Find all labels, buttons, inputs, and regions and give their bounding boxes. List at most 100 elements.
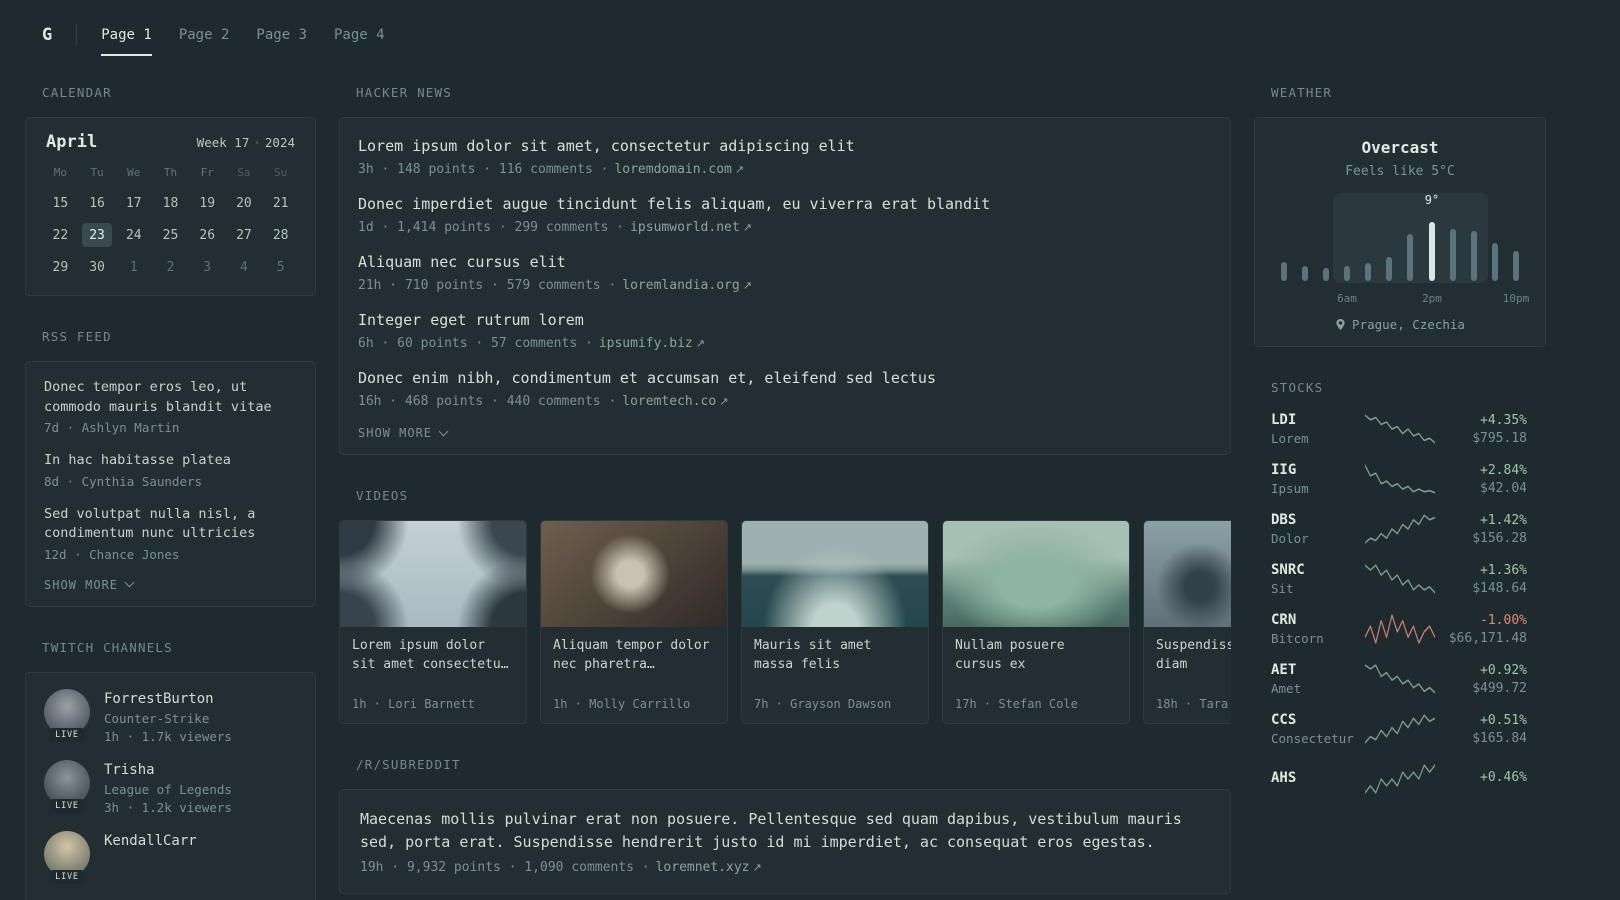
tab-page-1[interactable]: Page 1 xyxy=(101,27,152,56)
channel-name[interactable]: Trisha xyxy=(104,762,232,778)
hn-item-domain-link[interactable]: loremtech.co ↗ xyxy=(622,394,728,409)
channel-name[interactable]: ForrestBurton xyxy=(104,691,232,707)
stock-row[interactable]: CCS Consectetur +0.51% $165.84 xyxy=(1271,712,1527,746)
calendar-day[interactable]: 21 xyxy=(266,191,296,215)
calendar-header: CALENDAR xyxy=(42,85,112,100)
twitch-channel-row[interactable]: LIVE ForrestBurton Counter-Strike 1h · 1… xyxy=(44,688,297,744)
channel-category: League of Legends xyxy=(104,781,232,797)
weather-bar xyxy=(1365,262,1372,281)
calendar-day[interactable]: 16 xyxy=(82,191,112,215)
calendar-day[interactable]: 4 xyxy=(229,255,259,279)
weather-condition: Overcast xyxy=(1361,138,1439,157)
stock-price: $499.72 xyxy=(1472,680,1527,696)
stock-row[interactable]: LDI Lorem +4.35% $795.18 xyxy=(1271,412,1527,446)
hn-item-title-link[interactable]: Integer eget rutrum lorem xyxy=(358,310,1212,331)
hn-item-domain-link[interactable]: ipsumify.biz ↗ xyxy=(599,336,705,351)
calendar-day[interactable]: 5 xyxy=(266,255,296,279)
calendar-day[interactable]: 23 xyxy=(82,223,113,247)
video-body: Aliquam tempor dolor nec pharetra… 1h · … xyxy=(541,627,727,723)
stock-row[interactable]: AET Amet +0.92% $499.72 xyxy=(1271,662,1527,696)
hn-item-domain-link[interactable]: loremlandia.org ↗ xyxy=(622,278,752,293)
hn-item-title-link[interactable]: Donec enim nibh, condimentum et accumsan… xyxy=(358,368,1212,389)
hn-item-title-link[interactable]: Lorem ipsum dolor sit amet, consectetur … xyxy=(358,136,1212,157)
rss-item-title-link[interactable]: Sed volutpat nulla nisl, a condimentum n… xyxy=(44,505,297,544)
stock-change: +4.35% xyxy=(1480,412,1527,428)
video-card[interactable]: Aliquam tempor dolor nec pharetra… 1h · … xyxy=(540,520,728,724)
stock-change: +0.51% xyxy=(1480,712,1527,728)
app-logo[interactable]: G xyxy=(42,25,52,45)
rss-show-more-button[interactable]: SHOW MORE xyxy=(44,578,297,592)
calendar-day[interactable]: 26 xyxy=(192,223,222,247)
tab-page-4[interactable]: Page 4 xyxy=(334,27,385,43)
twitch-channel-row[interactable]: LIVE KendallCarr xyxy=(44,830,297,884)
calendar-day[interactable]: 28 xyxy=(266,223,296,247)
subreddit-header: /R/SUBREDDIT xyxy=(356,757,461,772)
calendar-day[interactable]: 19 xyxy=(192,191,222,215)
stock-symbol: AET xyxy=(1271,662,1297,678)
calendar-day[interactable]: 3 xyxy=(192,255,222,279)
calendar-weekday: Fr xyxy=(200,166,214,179)
weather-bar xyxy=(1386,256,1393,281)
dashboard-layout: CALENDAR April Week 17 · 2024 Mo Tu We Th Fr Sa… xyxy=(25,70,1620,900)
stock-id: SNRC Sit xyxy=(1271,562,1355,596)
video-card[interactable]: Suspendisse potenti diam 18h · Tara xyxy=(1143,520,1231,724)
video-title: Suspendisse potenti diam xyxy=(1156,638,1231,672)
hn-show-more-button[interactable]: SHOW MORE xyxy=(358,426,1212,440)
video-card[interactable]: Nullam posuere cursus ex 17h · Stefan Co… xyxy=(942,520,1130,724)
rss-item-title-link[interactable]: In hac habitasse platea xyxy=(44,451,297,471)
stock-row[interactable]: SNRC Sit +1.36% $148.64 xyxy=(1271,562,1527,596)
calendar-day[interactable]: 27 xyxy=(229,223,259,247)
stock-id: AHS xyxy=(1271,770,1355,789)
weather-bar xyxy=(1512,251,1519,281)
external-link-icon: ↗ xyxy=(752,860,762,874)
stock-row[interactable]: IIG Ipsum +2.84% $42.04 xyxy=(1271,462,1527,496)
stock-row[interactable]: AHS +0.46% xyxy=(1271,762,1527,796)
calendar-weekday: Su xyxy=(274,166,288,179)
hn-item-domain-link[interactable]: loremdomain.com ↗ xyxy=(614,162,744,177)
channel-name[interactable]: KendallCarr xyxy=(104,833,197,849)
weather-time-label: 10pm xyxy=(1502,292,1530,305)
video-card[interactable]: Mauris sit amet massa felis 7h · Grayson… xyxy=(741,520,929,724)
video-title: Aliquam tempor dolor nec pharetra… xyxy=(553,638,710,672)
calendar-day[interactable]: 24 xyxy=(119,223,149,247)
stock-row[interactable]: CRN Bitcorn -1.00% $66,171.48 xyxy=(1271,612,1527,646)
page-tabs: Page 1 Page 2 Page 3 Page 4 xyxy=(101,27,385,56)
calendar-head: April Week 17 · 2024 xyxy=(42,132,299,152)
calendar-day[interactable]: 22 xyxy=(45,223,75,247)
hackernews-card: Lorem ipsum dolor sit amet, consectetur … xyxy=(339,117,1231,455)
calendar-day[interactable]: 1 xyxy=(119,255,149,279)
calendar-day[interactable]: 25 xyxy=(155,223,185,247)
hn-item-title-link[interactable]: Donec imperdiet augue tincidunt felis al… xyxy=(358,194,1212,215)
calendar-day[interactable]: 17 xyxy=(119,191,149,215)
calendar-day[interactable]: 2 xyxy=(155,255,185,279)
video-meta: 1h · Molly Carrillo xyxy=(553,697,691,711)
channel-info: ForrestBurton Counter-Strike 1h · 1.7k v… xyxy=(104,689,232,744)
stock-symbol: LDI xyxy=(1271,412,1297,428)
stock-id: DBS Dolor xyxy=(1271,512,1355,546)
hn-item-meta: 1d · 1,414 points · 299 comments · ipsum… xyxy=(358,220,752,235)
stock-sparkline xyxy=(1365,712,1435,746)
separator-dot: · xyxy=(253,135,261,150)
calendar-day[interactable]: 20 xyxy=(229,191,259,215)
stock-row[interactable]: DBS Dolor +1.42% $156.28 xyxy=(1271,512,1527,546)
stock-symbol: SNRC xyxy=(1271,562,1305,578)
calendar-day[interactable]: 29 xyxy=(45,255,75,279)
calendar-day[interactable]: 18 xyxy=(155,191,185,215)
stock-id: AET Amet xyxy=(1271,662,1355,696)
subreddit-post-link[interactable]: Maecenas mollis pulvinar erat non posuer… xyxy=(360,808,1210,855)
rss-item-title-link[interactable]: Donec tempor eros leo, ut commodo mauris… xyxy=(44,378,297,417)
calendar-day[interactable]: 15 xyxy=(45,191,75,215)
tab-page-3[interactable]: Page 3 xyxy=(256,27,307,43)
external-link-icon: ↗ xyxy=(719,395,729,408)
calendar-day[interactable]: 30 xyxy=(82,255,112,279)
hn-item-title-link[interactable]: Aliquam nec cursus elit xyxy=(358,252,1212,273)
video-card[interactable]: Lorem ipsum dolor sit amet consectetu… 1… xyxy=(339,520,527,724)
weather-bar xyxy=(1302,266,1309,281)
stock-symbol: CRN xyxy=(1271,612,1297,628)
hn-item-domain-link[interactable]: ipsumworld.net ↗ xyxy=(630,220,752,235)
twitch-channel-row[interactable]: LIVE Trisha League of Legends 3h · 1.2k … xyxy=(44,759,297,815)
calendar-week-meta: Week 17 · 2024 xyxy=(197,135,295,150)
subreddit-domain-link[interactable]: loremnet.xyz ↗ xyxy=(656,860,762,875)
tab-page-2[interactable]: Page 2 xyxy=(179,27,230,43)
stock-price: $148.64 xyxy=(1472,580,1527,596)
